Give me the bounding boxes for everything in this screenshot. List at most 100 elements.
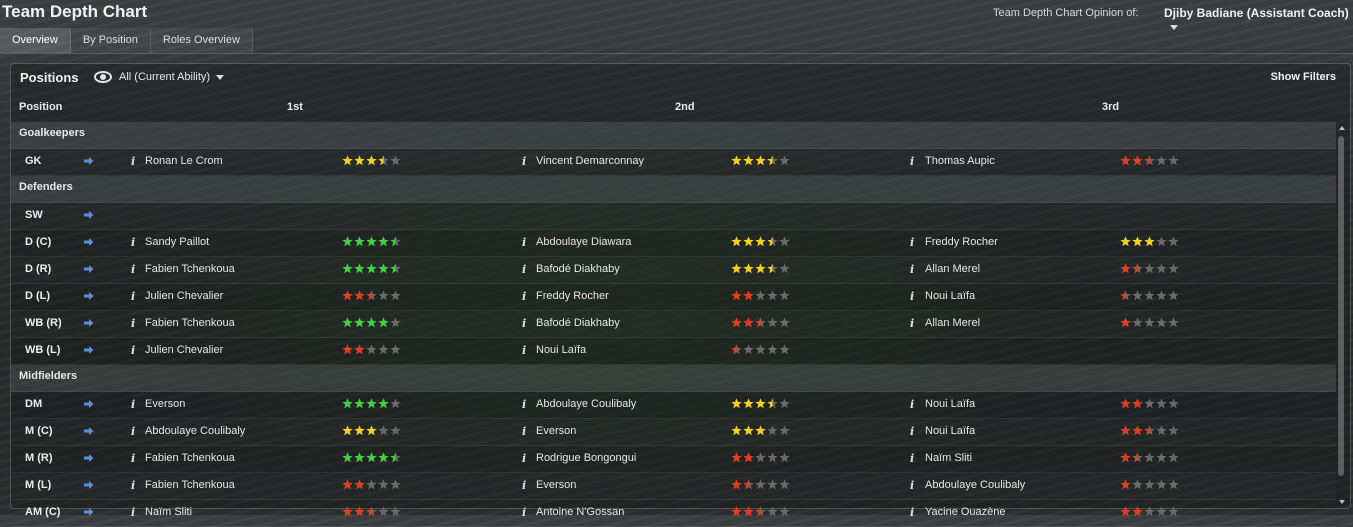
player-name[interactable]: Freddy Rocher [925, 236, 998, 248]
info-icon[interactable]: i [522, 155, 526, 168]
info-icon[interactable]: i [910, 155, 914, 168]
info-icon[interactable]: i [522, 425, 526, 438]
arrow-right-icon[interactable] [84, 264, 94, 274]
player-name[interactable]: Fabien Tchenkoua [145, 479, 235, 491]
table-row[interactable]: D (C) i Sandy Paillot i Abdoulaye Diawara i Fr… [11, 230, 1336, 257]
info-icon[interactable]: i [910, 425, 914, 438]
table-row[interactable]: WB (L) i Julien Chevalier i Noui Laïfa [11, 338, 1336, 365]
table-row[interactable]: D (R) i Fabien Tchenkoua i Bafodé Diakhaby i A… [11, 257, 1336, 284]
player-name[interactable]: Fabien Tchenkoua [145, 263, 235, 275]
arrow-right-icon[interactable] [84, 426, 94, 436]
table-row[interactable]: D (L) i Julien Chevalier i Freddy Rocher i Nou… [11, 284, 1336, 311]
info-icon[interactable]: i [910, 263, 914, 276]
player-name[interactable]: Fabien Tchenkoua [145, 317, 235, 329]
player-name[interactable]: Abdoulaye Coulibaly [536, 398, 636, 410]
arrow-right-icon[interactable] [84, 291, 94, 301]
info-icon[interactable]: i [131, 317, 135, 330]
player-name[interactable]: Yacine Ouazène [925, 506, 1006, 518]
player-name[interactable]: Vincent Demarconnay [536, 155, 644, 167]
info-icon[interactable]: i [522, 290, 526, 303]
player-name[interactable]: Ronan Le Crom [145, 155, 223, 167]
info-icon[interactable]: i [522, 263, 526, 276]
info-icon[interactable]: i [910, 506, 914, 519]
arrow-right-icon[interactable] [84, 480, 94, 490]
player-name[interactable]: Abdoulaye Coulibaly [925, 479, 1025, 491]
info-icon[interactable]: i [131, 452, 135, 465]
info-icon[interactable]: i [910, 236, 914, 249]
info-icon[interactable]: i [522, 236, 526, 249]
table-row[interactable]: M (R) i Fabien Tchenkoua i Rodrigue Bongongu… [11, 446, 1336, 473]
table-row[interactable]: M (L) i Fabien Tchenkoua i Everson i Abdoulaye… [11, 473, 1336, 500]
info-icon[interactable]: i [910, 290, 914, 303]
info-icon[interactable]: i [522, 479, 526, 492]
info-icon[interactable]: i [910, 452, 914, 465]
info-icon[interactable]: i [131, 155, 135, 168]
scrollbar-thumb[interactable] [1338, 136, 1344, 476]
player-name[interactable]: Allan Merel [925, 263, 980, 275]
table-row[interactable]: GK i Ronan Le Crom i Vincent Demarconnay i Tho… [11, 149, 1336, 176]
table-row[interactable]: AM (C) i Naïm Sliti i Antoine N'Gossan i Yacin… [11, 500, 1336, 527]
arrow-right-icon[interactable] [84, 453, 94, 463]
arrow-right-icon[interactable] [84, 156, 94, 166]
player-name[interactable]: Antoine N'Gossan [536, 506, 624, 518]
player-name[interactable]: Rodrigue Bongongui [536, 452, 636, 464]
player-name[interactable]: Naïm Sliti [925, 452, 972, 464]
player-name[interactable]: Allan Merel [925, 317, 980, 329]
scroll-up-icon[interactable] [1339, 126, 1345, 130]
arrow-right-icon[interactable] [84, 399, 94, 409]
player-name[interactable]: Naïm Sliti [145, 506, 192, 518]
info-icon[interactable]: i [131, 506, 135, 519]
info-icon[interactable]: i [131, 236, 135, 249]
info-icon[interactable]: i [910, 479, 914, 492]
info-icon[interactable]: i [522, 344, 526, 357]
player-name[interactable]: Sandy Paillot [145, 236, 209, 248]
player-name[interactable]: Noui Laïfa [536, 344, 586, 356]
scroll-down-icon[interactable] [1339, 500, 1345, 504]
arrow-right-icon[interactable] [84, 237, 94, 247]
info-icon[interactable]: i [131, 479, 135, 492]
scrollbar[interactable] [1338, 126, 1347, 504]
opinion-dropdown[interactable]: Djiby Badiane (Assistant Coach) [1164, 6, 1353, 34]
info-icon[interactable]: i [522, 317, 526, 330]
column-header-3rd[interactable]: 3rd [1102, 101, 1119, 113]
player-name[interactable]: Everson [145, 398, 185, 410]
player-name[interactable]: Abdoulaye Coulibaly [145, 425, 245, 437]
view-filter-dropdown[interactable]: All (Current Ability) [94, 71, 225, 83]
info-icon[interactable]: i [522, 452, 526, 465]
info-icon[interactable]: i [131, 425, 135, 438]
player-name[interactable]: Everson [536, 479, 576, 491]
info-icon[interactable]: i [910, 317, 914, 330]
player-name[interactable]: Fabien Tchenkoua [145, 452, 235, 464]
player-name[interactable]: Noui Laïfa [925, 425, 975, 437]
table-row[interactable]: WB (R) i Fabien Tchenkoua i Bafodé Diakhaby i… [11, 311, 1336, 338]
info-icon[interactable]: i [131, 290, 135, 303]
column-header-2nd[interactable]: 2nd [675, 101, 695, 113]
player-name[interactable]: Abdoulaye Diawara [536, 236, 631, 248]
column-header-1st[interactable]: 1st [287, 101, 303, 113]
arrow-right-icon[interactable] [84, 345, 94, 355]
info-icon[interactable]: i [131, 398, 135, 411]
arrow-right-icon[interactable] [84, 507, 94, 517]
column-header-position[interactable]: Position [19, 101, 62, 113]
player-name[interactable]: Bafodé Diakhaby [536, 263, 620, 275]
info-icon[interactable]: i [522, 506, 526, 519]
player-name[interactable]: Julien Chevalier [145, 290, 223, 302]
info-icon[interactable]: i [131, 344, 135, 357]
player-name[interactable]: Everson [536, 425, 576, 437]
player-name[interactable]: Julien Chevalier [145, 344, 223, 356]
info-icon[interactable]: i [522, 398, 526, 411]
player-name[interactable]: Bafodé Diakhaby [536, 317, 620, 329]
table-row[interactable]: M (C) i Abdoulaye Coulibaly i Everson i Noui L… [11, 419, 1336, 446]
table-row[interactable]: SW [11, 203, 1336, 230]
player-name[interactable]: Noui Laïfa [925, 290, 975, 302]
arrow-right-icon[interactable] [84, 210, 94, 220]
info-icon[interactable]: i [910, 398, 914, 411]
show-filters-button[interactable]: Show Filters [1271, 71, 1336, 83]
info-icon[interactable]: i [131, 263, 135, 276]
player-name[interactable]: Thomas Aupic [925, 155, 995, 167]
player-name[interactable]: Noui Laïfa [925, 398, 975, 410]
table-row[interactable]: DM i Everson i Abdoulaye Coulibaly i Noui Laïf… [11, 392, 1336, 419]
tab-roles-overview[interactable]: Roles Overview [150, 28, 253, 53]
tab-by-position[interactable]: By Position [70, 28, 151, 53]
arrow-right-icon[interactable] [84, 318, 94, 328]
